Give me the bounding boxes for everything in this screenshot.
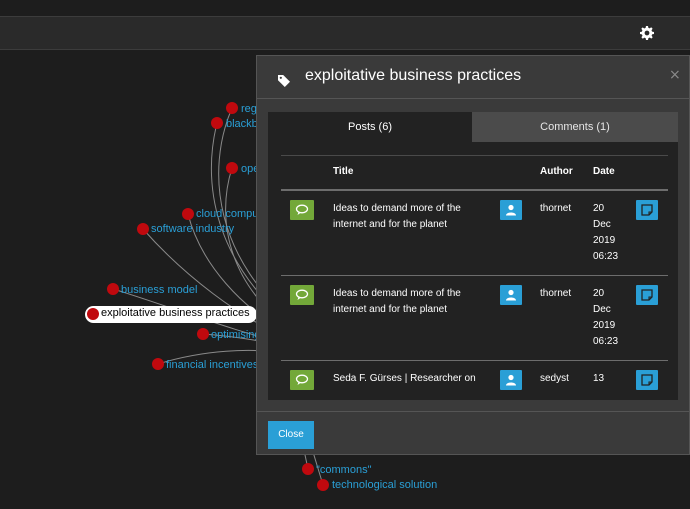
comment-icon <box>295 204 309 215</box>
view-author-button[interactable] <box>500 285 522 305</box>
column-author: Author <box>540 166 573 177</box>
post-date: 20 Dec 2019 06:23 <box>593 201 623 265</box>
posts-table: Title Author Date Ideas to demand more o… <box>281 155 668 400</box>
note-icon <box>641 204 653 216</box>
post-title-line: internet and for the planet <box>333 304 447 315</box>
post-date-line: Dec <box>593 304 611 315</box>
comment-icon <box>295 289 309 300</box>
modal-title: exploitative business practices <box>305 67 522 84</box>
graph-node-label[interactable]: financial incentives <box>166 359 258 371</box>
close-button[interactable]: Close <box>268 421 314 449</box>
column-date: Date <box>593 166 615 177</box>
graph-node[interactable] <box>107 283 119 295</box>
table-row: Seda F. Gürses | Researcher on sedyst 13 <box>281 361 668 400</box>
view-author-button[interactable] <box>500 200 522 220</box>
table-row: Ideas to demand more of the internet and … <box>281 276 668 361</box>
post-date: 20 Dec 2019 06:23 <box>593 286 623 350</box>
column-title: Title <box>333 166 354 177</box>
view-comments-button[interactable] <box>290 285 314 305</box>
post-title[interactable]: Seda F. Gürses | Researcher on <box>333 371 493 387</box>
post-date-line: 06:23 <box>593 336 619 347</box>
view-comments-button[interactable] <box>290 200 314 220</box>
modal-header: exploitative business practices × <box>257 56 689 99</box>
modal-tabs: Posts (6) Comments (1) <box>268 112 678 142</box>
open-post-button[interactable] <box>636 200 658 220</box>
post-title-line: Seda F. Gürses | Researcher on <box>333 373 476 384</box>
graph-node[interactable] <box>197 328 209 340</box>
post-date: 13 <box>593 373 605 384</box>
post-date-line: Dec <box>593 219 611 230</box>
view-comments-button[interactable] <box>290 370 314 390</box>
comment-icon <box>295 374 309 385</box>
graph-node-label[interactable]: blackb <box>226 118 258 130</box>
graph-node-label[interactable]: software industry <box>151 223 234 235</box>
graph-node-label[interactable]: technological solution <box>332 479 437 491</box>
tag-details-modal: exploitative business practices × Posts … <box>256 55 690 455</box>
selected-node-label: exploitative business practices <box>101 307 250 319</box>
graph-node[interactable] <box>182 208 194 220</box>
posts-panel[interactable]: Title Author Date Ideas to demand more o… <box>268 142 678 400</box>
graph-node-label[interactable]: "commons" <box>316 464 372 476</box>
post-title-line: internet and for the planet <box>333 219 447 230</box>
post-title[interactable]: Ideas to demand more of the internet and … <box>333 286 493 318</box>
graph-node <box>87 308 99 320</box>
graph-node-label[interactable]: cloud compu <box>196 208 258 220</box>
graph-node[interactable] <box>226 102 238 114</box>
gear-icon[interactable] <box>640 25 654 40</box>
tag-icon <box>278 72 290 87</box>
post-title-line: Ideas to demand more of the <box>333 203 461 214</box>
open-post-button[interactable] <box>636 285 658 305</box>
graph-node-label[interactable]: optimising <box>211 329 261 341</box>
graph-node[interactable] <box>152 358 164 370</box>
modal-footer: Close <box>257 411 689 454</box>
post-author: thornet <box>540 203 572 214</box>
note-icon <box>641 289 653 301</box>
top-bar <box>0 16 690 50</box>
post-date-line: 20 <box>593 203 605 214</box>
view-author-button[interactable] <box>500 370 522 390</box>
post-date-line: 06:23 <box>593 251 619 262</box>
graph-node[interactable] <box>137 223 149 235</box>
graph-node-label[interactable]: business model <box>121 284 197 296</box>
close-icon[interactable]: × <box>669 67 681 83</box>
post-date-line: 2019 <box>593 320 616 331</box>
graph-node[interactable] <box>302 463 314 475</box>
user-icon <box>506 374 516 386</box>
graph-node[interactable] <box>211 117 223 129</box>
post-author: thornet <box>540 288 572 299</box>
tab-posts[interactable]: Posts (6) <box>268 112 472 142</box>
graph-node[interactable] <box>226 162 238 174</box>
post-date-line: 20 <box>593 288 605 299</box>
graph-node-label[interactable]: reg <box>241 103 257 115</box>
post-title[interactable]: Ideas to demand more of the internet and … <box>333 201 493 233</box>
graph-node[interactable] <box>317 479 329 491</box>
open-post-button[interactable] <box>636 370 658 390</box>
table-header: Title Author Date <box>281 155 668 191</box>
post-author: sedyst <box>540 373 569 384</box>
post-date-line: 2019 <box>593 235 616 246</box>
post-title-line: Ideas to demand more of the <box>333 288 461 299</box>
table-row: Ideas to demand more of the internet and … <box>281 191 668 276</box>
note-icon <box>641 374 653 386</box>
user-icon <box>506 204 516 216</box>
user-icon <box>506 289 516 301</box>
selected-graph-node[interactable]: exploitative business practices <box>85 306 257 323</box>
tab-comments[interactable]: Comments (1) <box>472 112 678 142</box>
